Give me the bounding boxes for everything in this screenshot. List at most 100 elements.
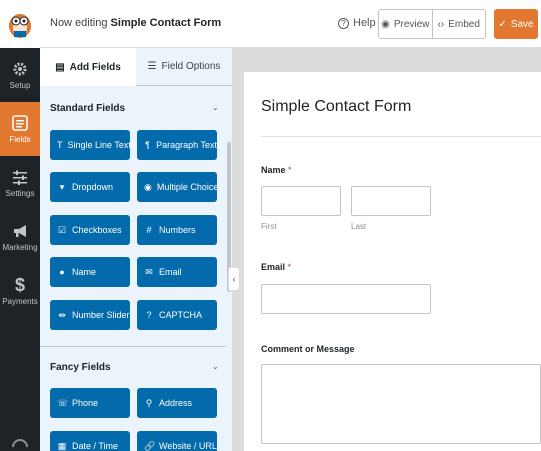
help-label: Help	[353, 17, 376, 29]
title-divider	[261, 136, 541, 137]
megaphone-icon	[11, 222, 29, 240]
save-label: Save	[510, 18, 534, 30]
comment-field-label[interactable]: Comment or Message	[261, 344, 355, 354]
field-button-label: Paragraph Text	[156, 140, 217, 150]
nav-item-settings[interactable]: Settings	[0, 156, 40, 210]
comment-textarea[interactable]	[261, 364, 541, 444]
required-mark: *	[287, 262, 292, 272]
nav-item-payments[interactable]: $ Payments	[0, 264, 40, 318]
field-button-label: Single Line Text	[67, 140, 131, 150]
check-icon: ✓	[498, 18, 507, 30]
field-button-multiple-choice[interactable]: ◉ Multiple Choice	[137, 172, 219, 202]
field-button-number-slider[interactable]: ⇹ Number Slider	[50, 300, 130, 330]
field-button-website-url[interactable]: 🔗 Website / URL	[137, 431, 217, 451]
calendar-icon: ▦	[57, 440, 67, 451]
save-button[interactable]: ✓ Save	[494, 9, 538, 39]
preview-embed-group: ◉ Preview ‹› Embed	[378, 9, 486, 39]
panel-tabs: ▤ Add Fields ☰ Field Options	[40, 48, 232, 86]
top-bar: Now editing Simple Contact Form ? Help ◉…	[0, 0, 541, 48]
field-button-dropdown[interactable]: ▾ Dropdown	[50, 172, 130, 202]
help-button[interactable]: ? Help	[338, 17, 376, 29]
field-button-date-time[interactable]: ▦ Date / Time	[50, 431, 130, 451]
now-editing-text: Now editing Simple Contact Form	[50, 17, 221, 29]
field-button-label: Numbers	[159, 225, 196, 235]
fancy-fields-heading[interactable]: Fancy Fields	[50, 362, 111, 373]
fields-list-icon	[11, 114, 29, 132]
preview-button[interactable]: ◉ Preview	[379, 10, 432, 38]
tab-field-options-label: Field Options	[161, 61, 221, 72]
last-name-input[interactable]	[351, 186, 431, 216]
standard-fields-heading[interactable]: Standard Fields	[50, 103, 125, 114]
left-nav: Setup Fields Settings Marketing $ Paymen…	[0, 48, 40, 451]
tab-add-fields-label: Add Fields	[69, 61, 121, 73]
nav-label-settings: Settings	[5, 189, 35, 198]
embed-button[interactable]: ‹› Embed	[431, 10, 486, 38]
field-button-paragraph-text[interactable]: ¶ Paragraph Text	[137, 130, 217, 160]
form-name: Simple Contact Form	[110, 17, 222, 29]
field-button-label: Dropdown	[72, 182, 114, 192]
email-label-text: Email	[261, 262, 286, 272]
field-button-label: Email	[159, 267, 182, 277]
name-label-text: Name	[261, 165, 286, 175]
field-button-captcha[interactable]: ? CAPTCHA	[137, 300, 217, 330]
field-button-label: Date / Time	[72, 441, 119, 451]
nav-item-setup[interactable]: Setup	[0, 48, 40, 102]
text-icon: T	[57, 140, 63, 150]
field-button-label: Number Slider	[72, 310, 130, 320]
embed-label: Embed	[448, 18, 480, 30]
editing-prefix: Now editing	[50, 17, 108, 29]
section-divider	[40, 346, 226, 347]
phone-icon: ☏	[57, 397, 69, 408]
hash-icon: #	[146, 225, 152, 235]
field-button-label: Checkboxes	[72, 225, 122, 235]
envelope-icon: ✉	[145, 266, 153, 277]
dropdown-icon: ▾	[59, 181, 65, 192]
help-circle-icon[interactable]	[12, 439, 28, 447]
tab-field-options[interactable]: ☰ Field Options	[136, 48, 232, 86]
field-button-label: Multiple Choice	[156, 182, 219, 192]
first-name-input[interactable]	[261, 186, 341, 216]
chevron-down-icon[interactable]: ⌄	[212, 103, 219, 112]
eye-icon: ◉	[381, 18, 390, 30]
sliders-small-icon: ☰	[147, 61, 157, 72]
email-input[interactable]	[261, 284, 431, 314]
map-pin-icon: ⚲	[145, 397, 153, 408]
paragraph-icon: ¶	[145, 140, 150, 150]
link-icon: 🔗	[144, 440, 156, 451]
nav-label-setup: Setup	[9, 81, 31, 90]
name-field-label[interactable]: Name *	[261, 165, 292, 175]
field-button-numbers[interactable]: # Numbers	[137, 215, 217, 245]
nav-label-payments: Payments	[2, 297, 38, 306]
question-icon: ?	[146, 310, 152, 320]
nav-item-fields[interactable]: Fields	[0, 102, 40, 156]
field-button-label: CAPTCHA	[159, 310, 203, 320]
tab-add-fields[interactable]: ▤ Add Fields	[40, 48, 136, 86]
required-mark: *	[288, 165, 292, 175]
sliders-icon	[11, 168, 29, 186]
fields-panel: ▤ Add Fields ☰ Field Options Standard Fi…	[40, 48, 232, 451]
collapse-panel-button[interactable]: ‹	[228, 267, 240, 291]
nav-item-marketing[interactable]: Marketing	[0, 210, 40, 264]
field-button-name[interactable]: ● Name	[50, 257, 130, 287]
field-button-label: Name	[72, 267, 97, 277]
list-icon: ▤	[55, 61, 65, 73]
last-sublabel: Last	[351, 222, 367, 231]
nav-label-fields: Fields	[9, 135, 31, 144]
gear-icon	[11, 60, 29, 78]
wpforms-logo	[0, 0, 40, 48]
preview-label: Preview	[393, 18, 430, 30]
field-button-phone[interactable]: ☏ Phone	[50, 388, 130, 418]
field-button-email[interactable]: ✉ Email	[137, 257, 217, 287]
checkbox-icon: ☑	[57, 224, 67, 235]
form-title[interactable]: Simple Contact Form	[261, 98, 411, 116]
chevron-down-icon[interactable]: ⌄	[212, 362, 219, 371]
email-field-label[interactable]: Email *	[261, 262, 291, 272]
slider-icon: ⇹	[58, 309, 66, 320]
first-sublabel: First	[261, 222, 277, 231]
field-button-checkboxes[interactable]: ☑ Checkboxes	[50, 215, 130, 245]
field-button-single-line-text[interactable]: T Single Line Text	[50, 130, 131, 160]
form-card: Simple Contact Form Name * First Last Em…	[244, 72, 541, 451]
user-icon: ●	[59, 267, 65, 277]
field-button-address[interactable]: ⚲ Address	[137, 388, 217, 418]
field-button-label: Website / URL	[159, 441, 217, 451]
